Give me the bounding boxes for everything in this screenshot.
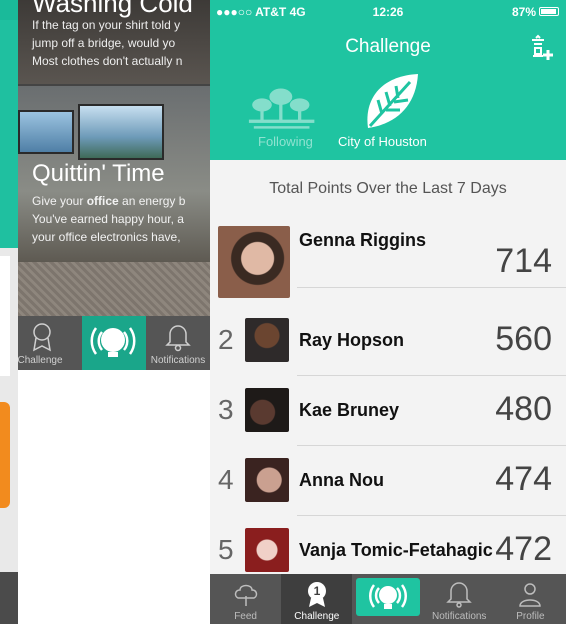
tab-label: Feed xyxy=(234,611,257,622)
sliver-header xyxy=(0,20,18,248)
user-rank: 3 xyxy=(218,394,234,425)
tab-label: Challenge xyxy=(18,355,63,366)
avatar xyxy=(245,528,289,572)
leaderboard-list: Genna Riggins 714 2 Ray Hopson 560 3 Kae… xyxy=(210,218,566,574)
tab-notifications[interactable]: Notifications xyxy=(424,574,495,624)
add-friend-icon[interactable] xyxy=(528,34,556,62)
text-span: an energy b xyxy=(118,194,186,208)
user-points: 480 xyxy=(495,390,552,428)
leaderboard-row[interactable]: 3 Kae Bruney 480 xyxy=(210,376,566,446)
card-photo-frame xyxy=(78,104,164,160)
feed-card-body: Give your office an energy b You've earn… xyxy=(32,192,185,246)
person-icon xyxy=(519,583,542,607)
feed-card-washing-cold[interactable]: Washing Cold If the tag on your shirt to… xyxy=(18,0,210,84)
bell-icon xyxy=(446,582,473,608)
left-screen-sliver xyxy=(0,0,18,624)
avatar xyxy=(245,388,289,432)
card-photo-frame xyxy=(18,110,74,154)
trees-icon[interactable] xyxy=(210,74,240,144)
sliver-orange-card[interactable] xyxy=(0,402,10,508)
row-divider xyxy=(297,287,566,288)
user-name: Kae Bruney xyxy=(299,400,400,420)
tab-city-of-houston[interactable]: City of Houston xyxy=(338,134,427,149)
leaderboard-subtitle: Total Points Over the Last 7 Days xyxy=(210,160,566,218)
user-points: 474 xyxy=(495,460,552,498)
feed-card-line: your office electronics have, xyxy=(32,230,181,244)
avatar xyxy=(218,226,290,298)
feed-tab-bulb[interactable] xyxy=(82,316,146,370)
sliver-status-bar xyxy=(0,0,18,20)
bulb-icon xyxy=(369,584,407,609)
feed-card-line: Most clothes don't actually n xyxy=(32,54,183,68)
challenge-header: Challenge Following City of Houston xyxy=(210,22,566,160)
sliver-card xyxy=(0,256,10,376)
bulb-icon xyxy=(90,327,136,357)
tab-bulb[interactable] xyxy=(352,574,424,624)
feed-tab-notifications[interactable]: Notifications xyxy=(146,316,210,370)
feed-card-line: You've earned happy hour, a xyxy=(32,212,184,226)
user-rank: 4 xyxy=(218,464,234,495)
tab-label: Profile xyxy=(516,611,545,622)
sliver-tabbar xyxy=(0,572,18,624)
tree-icon xyxy=(234,584,257,606)
user-points: 714 xyxy=(495,242,552,280)
user-points: 560 xyxy=(495,320,552,358)
feed-tabbar: Challenge Notifications xyxy=(18,316,210,370)
feed-card-line: jump off a bridge, would yo xyxy=(32,36,176,50)
user-rank: 5 xyxy=(218,534,234,565)
tab-profile[interactable]: Profile xyxy=(495,574,566,624)
user-name: Genna Riggins xyxy=(299,230,427,250)
feed-card-fabric[interactable] xyxy=(18,262,210,316)
feed-card-quittin-time[interactable]: Quittin' Time Give your office an energy… xyxy=(18,86,210,262)
bell-icon xyxy=(165,325,191,352)
feed-tab-challenge[interactable]: Challenge xyxy=(18,316,82,370)
feed-card-line: If the tag on your shirt told y xyxy=(32,18,181,32)
battery-percent: 87% xyxy=(511,5,536,19)
user-rank: 2 xyxy=(218,324,234,355)
leaf-icon[interactable] xyxy=(360,70,422,132)
ribbon-icon: 1 xyxy=(307,582,326,607)
leaderboard-row[interactable]: Genna Riggins 714 xyxy=(210,218,566,298)
user-name: Ray Hopson xyxy=(299,330,405,350)
feed-card-line: Give your office an energy b xyxy=(32,192,185,210)
app-stage: Washing Cold If the tag on your shirt to… xyxy=(0,0,566,624)
feed-screen: Washing Cold If the tag on your shirt to… xyxy=(18,0,210,370)
tab-label: Notifications xyxy=(431,611,487,622)
feed-card-title: Quittin' Time xyxy=(32,160,165,187)
user-name: Vanja Tomic-Fetahagic xyxy=(299,540,493,560)
leaderboard-row[interactable]: 2 Ray Hopson 560 xyxy=(210,306,566,376)
tab-challenge[interactable]: 1 Challenge xyxy=(281,574,353,624)
avatar xyxy=(245,458,289,502)
leaderboard-row[interactable]: 4 Anna Nou 474 xyxy=(210,446,566,516)
ribbon-icon xyxy=(33,323,51,352)
challenge-screen: ●●●○○ AT&T 4G 12:26 87% Challenge Follow… xyxy=(210,0,566,624)
user-points: 472 xyxy=(495,530,552,568)
tab-label: Notifications xyxy=(150,355,206,366)
avatar xyxy=(245,318,289,362)
svg-text:1: 1 xyxy=(313,584,320,598)
feed-card-body: If the tag on your shirt told y jump off… xyxy=(32,16,182,70)
battery-icon xyxy=(539,7,559,16)
tab-label: Challenge xyxy=(294,611,340,622)
tab-feed[interactable]: Feed xyxy=(210,574,281,624)
text-span: Give your xyxy=(32,194,87,208)
page-title: Challenge xyxy=(345,36,431,57)
bottom-tabbar: Feed 1 Challenge Notifications Profile xyxy=(210,574,566,624)
user-name: Anna Nou xyxy=(299,470,384,490)
tab-following[interactable]: Following xyxy=(258,134,313,149)
status-bar: ●●●○○ AT&T 4G 12:26 87% xyxy=(210,0,566,22)
text-bold: office xyxy=(86,194,119,208)
